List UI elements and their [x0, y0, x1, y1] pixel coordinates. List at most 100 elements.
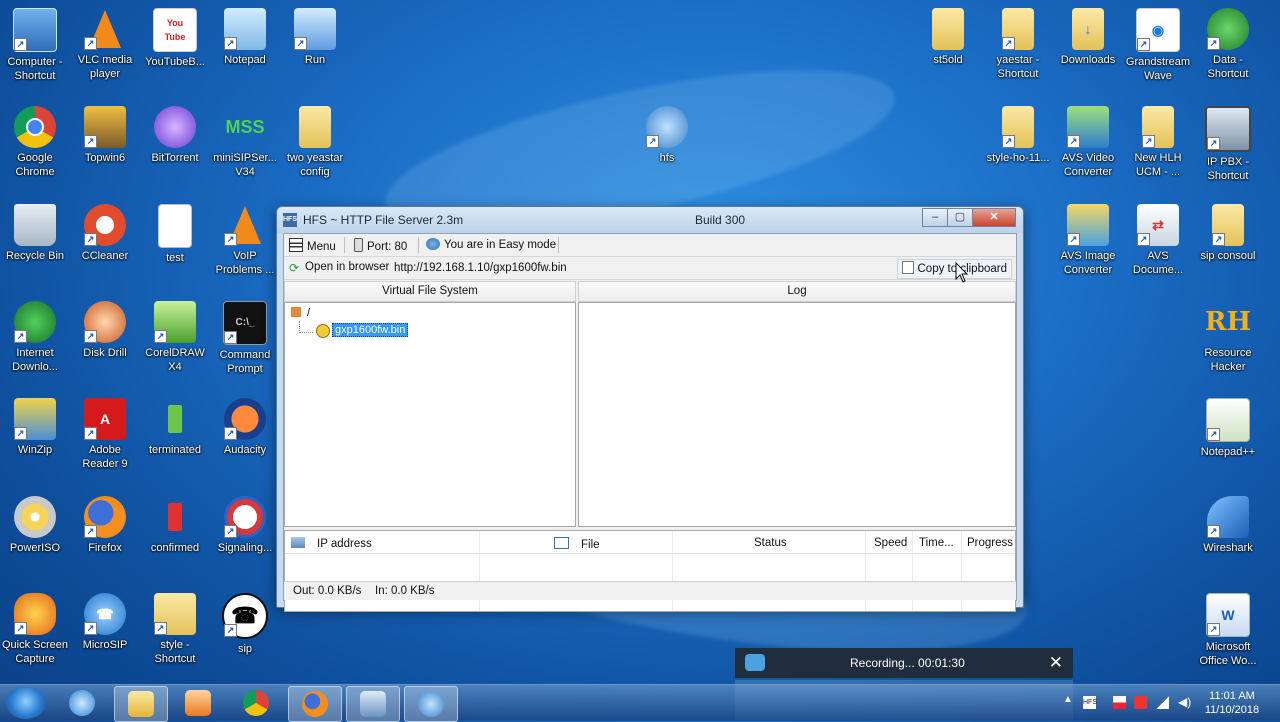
- recording-status: Recording... 00:01:30: [850, 656, 965, 670]
- desktop-icon-style-ho[interactable]: ↗ style-ho-11...: [983, 106, 1053, 165]
- title-bar[interactable]: HFS HFS ~ HTTP File Server 2.3m Build 30…: [277, 207, 1023, 233]
- desktop-icon-voip[interactable]: ↗ VoIP Problems ...: [210, 204, 280, 277]
- out-speed: Out: 0.0 KB/s: [293, 585, 362, 597]
- desktop-icon-vlc[interactable]: ↗ VLC media player: [70, 8, 140, 81]
- start-button[interactable]: [6, 687, 46, 719]
- home-icon: [291, 307, 301, 317]
- desktop-icon-poweriso[interactable]: PowerISO: [0, 496, 70, 555]
- port-button[interactable]: Port: 80: [354, 238, 407, 253]
- desktop-icon-test[interactable]: test: [140, 204, 210, 265]
- desktop-icon-resource-hacker[interactable]: RH Resource Hacker: [1193, 301, 1263, 374]
- network-signal-icon[interactable]: [1156, 696, 1169, 709]
- desktop-icon-new-hlh[interactable]: ↗ New HLH UCM - ...: [1123, 106, 1193, 179]
- folder-icon: [299, 106, 331, 148]
- open-in-browser-button[interactable]: ⟳ Open in browser: [289, 261, 389, 274]
- desktop-icon-youtube[interactable]: You Tube YouTubeB...: [140, 8, 210, 69]
- column-time[interactable]: Time...: [919, 537, 954, 549]
- desktop-icon-audacity[interactable]: ↗ Audacity: [210, 398, 280, 457]
- tree-root[interactable]: /: [291, 307, 310, 319]
- desktop-icon-sip[interactable]: ☎ ↗ sip: [210, 593, 280, 656]
- taskbar-hfs[interactable]: [404, 686, 458, 722]
- desktop-icon-adobe-reader[interactable]: A ↗ Adobe Reader 9: [70, 398, 140, 471]
- column-file[interactable]: File: [554, 537, 600, 551]
- menu-button[interactable]: Menu: [289, 238, 336, 253]
- desktop-icon-signaling[interactable]: ↗ Signaling...: [210, 496, 280, 555]
- notepadpp-icon: ↗: [1206, 398, 1250, 442]
- desktop-icon-microsip[interactable]: ☎ ↗ MicroSIP: [70, 593, 140, 652]
- hfs-app-icon: HFS: [283, 213, 297, 227]
- desktop-icon-idm[interactable]: ↗ Internet Downlo...: [0, 301, 70, 374]
- desktop-icon-ccleaner[interactable]: ↗ CCleaner: [70, 204, 140, 263]
- folder-icon: [932, 8, 964, 50]
- clock-time: 11:01 AM: [1209, 690, 1255, 702]
- taskbar-explorer[interactable]: [114, 686, 168, 722]
- desktop-icon-run[interactable]: ↗ Run: [280, 8, 350, 67]
- recording-close-button[interactable]: ✕: [1049, 653, 1063, 673]
- close-button[interactable]: ✕: [972, 208, 1016, 227]
- desktop-icon-winzip[interactable]: ↗ WinZip: [0, 398, 70, 457]
- log-panel[interactable]: [578, 302, 1016, 527]
- volume-icon[interactable]: ◀): [1178, 696, 1191, 709]
- hfs-tray-icon[interactable]: HFS: [1083, 696, 1097, 709]
- desktop-icon-chrome[interactable]: Google Chrome: [0, 106, 70, 179]
- column-ip-address[interactable]: IP address: [291, 537, 372, 550]
- desktop-icon-avs-image[interactable]: ↗ AVS Image Converter: [1053, 204, 1123, 277]
- url-field[interactable]: http://192.168.1.10/gxp1600fw.bin: [394, 260, 894, 276]
- flag-icon[interactable]: [1113, 696, 1126, 709]
- vfs-tree-panel[interactable]: / gxp1600fw.bin: [284, 302, 576, 527]
- taskbar-firefox[interactable]: [288, 686, 342, 722]
- taskbar-remote[interactable]: [346, 686, 400, 722]
- desktop-icon-terminated[interactable]: terminated: [140, 398, 210, 457]
- column-progress[interactable]: Progress: [967, 537, 1013, 549]
- maximize-button[interactable]: ▢: [947, 208, 973, 227]
- desktop-icon-firefox[interactable]: ↗ Firefox: [70, 496, 140, 555]
- desktop-icon-st5old[interactable]: st5old: [913, 8, 983, 67]
- desktop-icon-two-yeastar[interactable]: two yeastar config: [280, 106, 350, 179]
- desktop-icon-notepad[interactable]: ↗ Notepad: [210, 8, 280, 67]
- desktop-icon-word[interactable]: W ↗ Microsoft Office Wo...: [1193, 593, 1263, 668]
- security-icon[interactable]: [1134, 696, 1147, 709]
- toolbar-separator: [558, 237, 559, 253]
- desktop-icon-minisip[interactable]: MSS miniSIPSer... V34: [210, 106, 280, 179]
- downloads-folder-icon: ↓: [1072, 8, 1104, 50]
- desktop-icon-topwin[interactable]: ↗ Topwin6: [70, 106, 140, 165]
- taskbar-chrome[interactable]: [230, 686, 282, 720]
- winzip-icon: ↗: [14, 398, 56, 440]
- column-status[interactable]: Status: [754, 537, 787, 549]
- desktop-icon-hfs[interactable]: ↗ hfs: [632, 106, 702, 165]
- show-hidden-icons-icon[interactable]: ▲: [1063, 694, 1076, 707]
- desktop-icon-style-shortcut[interactable]: ↗ style - Shortcut: [140, 593, 210, 666]
- build-label: Build 300: [695, 213, 746, 227]
- signaling-icon: ↗: [224, 496, 266, 538]
- taskbar-ie[interactable]: [56, 686, 108, 720]
- desktop-icon-cmd[interactable]: C:\_ ↗ Command Prompt: [210, 301, 280, 376]
- desktop-icon-downloads[interactable]: ↓ Downloads: [1053, 8, 1123, 67]
- desktop-icon-avs-video[interactable]: ↗ AVS Video Converter: [1053, 106, 1123, 179]
- vlc-cone-icon: ↗: [224, 204, 266, 246]
- mode-button[interactable]: You are in Easy mode: [426, 238, 556, 251]
- taskbar-clock[interactable]: 11:01 AM 11/10/2018: [1197, 689, 1267, 717]
- tree-item-file[interactable]: gxp1600fw.bin: [332, 323, 409, 337]
- desktop-icon-corel[interactable]: ↗ CorelDRAW X4: [140, 301, 210, 374]
- desktop-icon-data[interactable]: ↗ Data - Shortcut: [1193, 8, 1263, 81]
- desktop-icon-avs-document[interactable]: ⇄ ↗ AVS Docume...: [1123, 204, 1193, 277]
- vfs-header: Virtual File System: [284, 281, 576, 302]
- desktop-icon-quick-screen-capture[interactable]: ↗ Quick Screen Capture: [0, 593, 70, 666]
- window-icon: [554, 537, 569, 549]
- hfs-window[interactable]: HFS HFS ~ HTTP File Server 2.3m Build 30…: [276, 206, 1024, 612]
- desktop-icon-disk-drill[interactable]: ↗ Disk Drill: [70, 301, 140, 360]
- desktop-icon-grandstream[interactable]: ◉ ↗ Grandstream Wave: [1123, 8, 1193, 83]
- desktop-icon-bittorrent[interactable]: BitTorrent: [140, 106, 210, 165]
- desktop-icon-confirmed[interactable]: confirmed: [140, 496, 210, 555]
- minimize-button[interactable]: –: [922, 208, 948, 227]
- desktop-icon-yaestar[interactable]: ↗ yaestar - Shortcut: [983, 8, 1053, 81]
- desktop-icon-sip-consoul[interactable]: ↗ sip consoul: [1193, 204, 1263, 263]
- desktop-icon-notepadpp[interactable]: ↗ Notepad++: [1193, 398, 1263, 459]
- column-speed[interactable]: Speed: [874, 537, 907, 549]
- desktop-icon-wireshark[interactable]: ↗ Wireshark: [1193, 496, 1263, 555]
- taskbar-media[interactable]: [172, 686, 224, 720]
- tree-connector: [299, 332, 313, 334]
- desktop-icon-ip-pbx[interactable]: ↗ IP PBX - Shortcut: [1193, 106, 1263, 183]
- desktop-icon-recycle-bin[interactable]: Recycle Bin: [0, 204, 70, 263]
- desktop-icon-computer[interactable]: ↗ Computer - Shortcut: [0, 8, 70, 83]
